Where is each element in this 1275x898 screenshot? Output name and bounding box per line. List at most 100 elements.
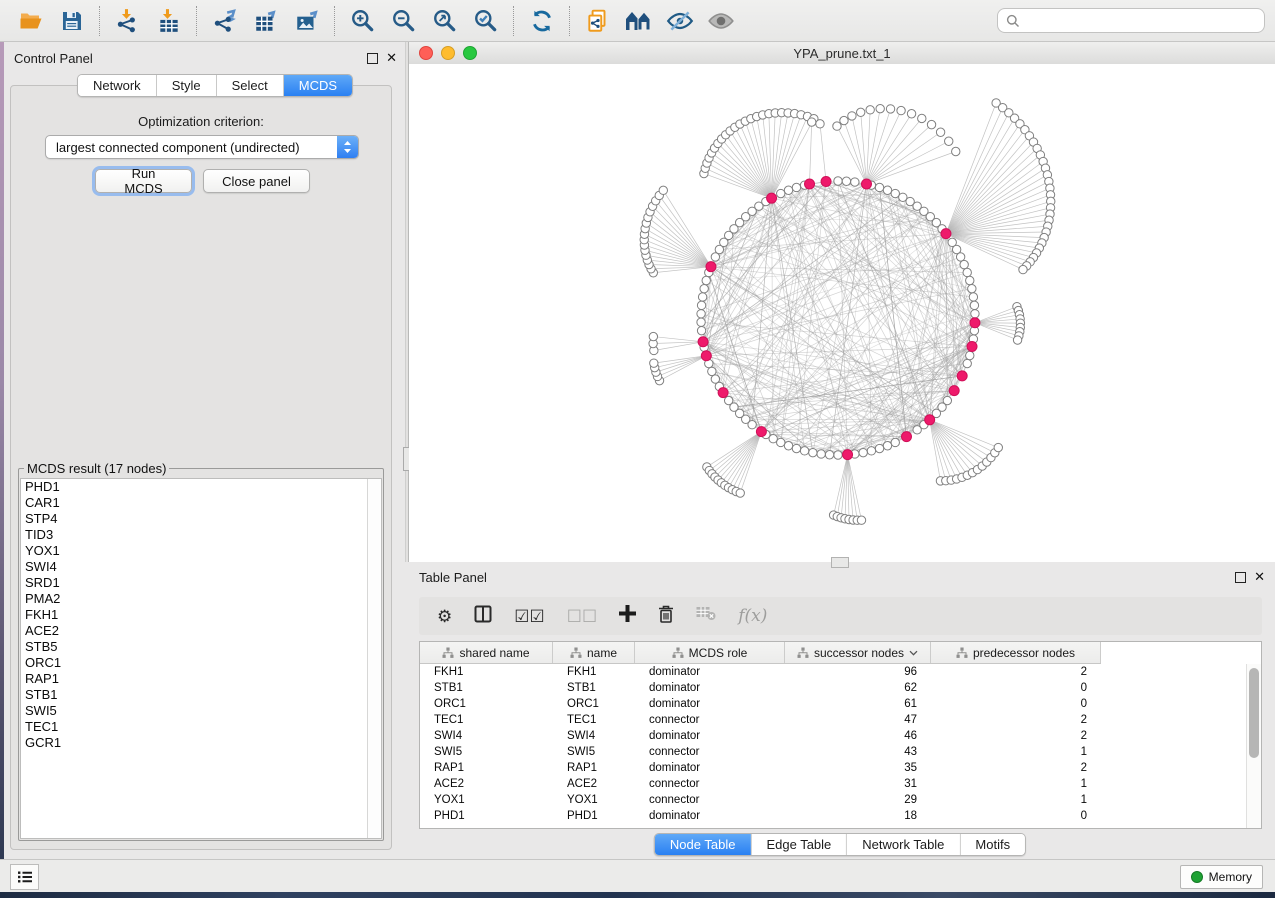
float-panel-icon[interactable] — [367, 53, 378, 64]
mcds-result-item[interactable]: STB1 — [21, 687, 381, 703]
list-icon — [17, 870, 33, 884]
delete-column-icon[interactable] — [658, 605, 674, 628]
main-toolbar — [0, 0, 1275, 42]
zoom-in-icon[interactable] — [342, 4, 383, 38]
copy-network-icon[interactable] — [577, 4, 618, 38]
table-scrollbar-thumb[interactable] — [1249, 668, 1259, 758]
memory-button[interactable]: Memory — [1180, 865, 1263, 889]
run-mcds-button[interactable]: Run MCDS — [95, 169, 192, 193]
float-table-panel-icon[interactable] — [1235, 572, 1246, 583]
mcds-result-item[interactable]: TEC1 — [21, 719, 381, 735]
network-titlebar[interactable]: YPA_prune.txt_1 — [409, 42, 1275, 65]
mcds-result-item[interactable]: RAP1 — [21, 671, 381, 687]
cell-name: ACE2 — [553, 778, 635, 790]
criterion-dropdown[interactable]: largest connected component (undirected) — [45, 135, 359, 159]
table-row[interactable]: FKH1FKH1dominator962 — [420, 664, 1247, 680]
search-field[interactable] — [997, 8, 1265, 33]
column-header-predecessor-nodes[interactable]: predecessor nodes — [931, 642, 1101, 663]
save-session-icon[interactable] — [51, 4, 92, 38]
cell-name: SWI5 — [553, 746, 635, 758]
cell-successor-nodes: 29 — [785, 794, 931, 806]
column-header-successor-nodes[interactable]: successor nodes — [785, 642, 931, 663]
mcds-result-item[interactable]: SRD1 — [21, 575, 381, 591]
add-column-icon[interactable] — [619, 605, 636, 627]
select-all-icon[interactable]: ☑☑ — [514, 608, 544, 625]
column-header-mcds-role[interactable]: MCDS role — [635, 642, 785, 663]
table-row[interactable]: RAP1RAP1dominator352 — [420, 760, 1247, 776]
attribute-type-icon — [672, 647, 684, 659]
table-row[interactable]: ORC1ORC1dominator610 — [420, 696, 1247, 712]
close-panel-icon[interactable]: ✕ — [386, 53, 397, 63]
mcds-result-item[interactable]: SWI5 — [21, 703, 381, 719]
cell-predecessor-nodes: 2 — [931, 666, 1101, 678]
function-builder-icon[interactable]: f(x) — [738, 606, 767, 626]
table-body: FKH1FKH1dominator962STB1STB1dominator620… — [420, 664, 1247, 828]
mcds-list-scrollbar[interactable] — [367, 479, 381, 838]
horizontal-splitter-handle[interactable] — [831, 557, 849, 568]
mcds-result-item[interactable]: ACE2 — [21, 623, 381, 639]
hide-selected-icon[interactable] — [659, 4, 700, 38]
table-settings-icon[interactable]: ⚙ — [437, 608, 452, 625]
mcds-result-item[interactable]: ORC1 — [21, 655, 381, 671]
tab-network[interactable]: Network — [78, 75, 157, 96]
network-graph[interactable] — [409, 64, 1275, 562]
memory-label: Memory — [1209, 870, 1252, 884]
cell-name: FKH1 — [553, 666, 635, 678]
mcds-result-item[interactable]: FKH1 — [21, 607, 381, 623]
cell-shared-name: STB1 — [420, 682, 553, 694]
table-row[interactable]: YOX1YOX1connector291 — [420, 792, 1247, 808]
cell-predecessor-nodes: 2 — [931, 762, 1101, 774]
mcds-result-item[interactable]: YOX1 — [21, 543, 381, 559]
tab-select[interactable]: Select — [217, 75, 284, 96]
table-row[interactable]: SWI5SWI5connector431 — [420, 744, 1247, 760]
mcds-result-item[interactable]: STP4 — [21, 511, 381, 527]
table-row[interactable]: ACE2ACE2connector311 — [420, 776, 1247, 792]
mcds-result-item[interactable]: TID3 — [21, 527, 381, 543]
table-panel-title: Table Panel — [419, 570, 487, 585]
first-neighbors-icon[interactable] — [618, 4, 659, 38]
cell-predecessor-nodes: 0 — [931, 810, 1101, 822]
close-panel-button[interactable]: Close panel — [203, 169, 310, 193]
cell-name: PHD1 — [553, 810, 635, 822]
mcds-result-item[interactable]: GCR1 — [21, 735, 381, 751]
export-network-icon[interactable] — [204, 4, 245, 38]
mcds-result-item[interactable]: SWI4 — [21, 559, 381, 575]
node-table: shared namenameMCDS rolesuccessor nodesp… — [419, 641, 1262, 829]
zoom-out-icon[interactable] — [383, 4, 424, 38]
mcds-result-item[interactable]: STB5 — [21, 639, 381, 655]
column-header-name[interactable]: name — [553, 642, 635, 663]
search-input[interactable] — [1025, 13, 1256, 29]
task-history-button[interactable] — [10, 864, 39, 890]
table-scrollbar[interactable] — [1246, 664, 1261, 828]
delete-table-icon[interactable] — [696, 606, 716, 626]
zoom-selected-icon[interactable] — [465, 4, 506, 38]
column-header-shared-name[interactable]: shared name — [420, 642, 553, 663]
close-table-panel-icon[interactable]: ✕ — [1254, 572, 1265, 582]
mcds-result-item[interactable]: CAR1 — [21, 495, 381, 511]
tab-style[interactable]: Style — [157, 75, 217, 96]
table-row[interactable]: SWI4SWI4dominator462 — [420, 728, 1247, 744]
import-network-icon[interactable] — [107, 4, 148, 38]
mcds-result-list[interactable]: PHD1CAR1STP4TID3YOX1SWI4SRD1PMA2FKH1ACE2… — [20, 478, 382, 839]
tab-network-table[interactable]: Network Table — [847, 834, 960, 855]
mcds-result-item[interactable]: PMA2 — [21, 591, 381, 607]
network-canvas[interactable] — [409, 64, 1275, 562]
table-row[interactable]: TEC1TEC1connector472 — [420, 712, 1247, 728]
export-image-icon[interactable] — [286, 4, 327, 38]
tab-mcds[interactable]: MCDS — [284, 75, 352, 96]
mcds-result-item[interactable]: PHD1 — [21, 479, 381, 495]
table-row[interactable]: STB1STB1dominator620 — [420, 680, 1247, 696]
tab-node-table[interactable]: Node Table — [655, 834, 752, 855]
import-table-icon[interactable] — [148, 4, 189, 38]
table-row[interactable]: PHD1PHD1dominator180 — [420, 808, 1247, 824]
show-all-icon[interactable] — [700, 4, 741, 38]
export-table-icon[interactable] — [245, 4, 286, 38]
refresh-icon[interactable] — [521, 4, 562, 38]
deselect-all-icon[interactable]: ☐☐ — [567, 608, 597, 625]
show-column-icon[interactable] — [474, 605, 492, 628]
open-file-icon[interactable] — [10, 4, 51, 38]
cell-shared-name: TEC1 — [420, 714, 553, 726]
tab-motifs[interactable]: Motifs — [960, 834, 1025, 855]
zoom-fit-icon[interactable] — [424, 4, 465, 38]
tab-edge-table[interactable]: Edge Table — [751, 834, 847, 855]
